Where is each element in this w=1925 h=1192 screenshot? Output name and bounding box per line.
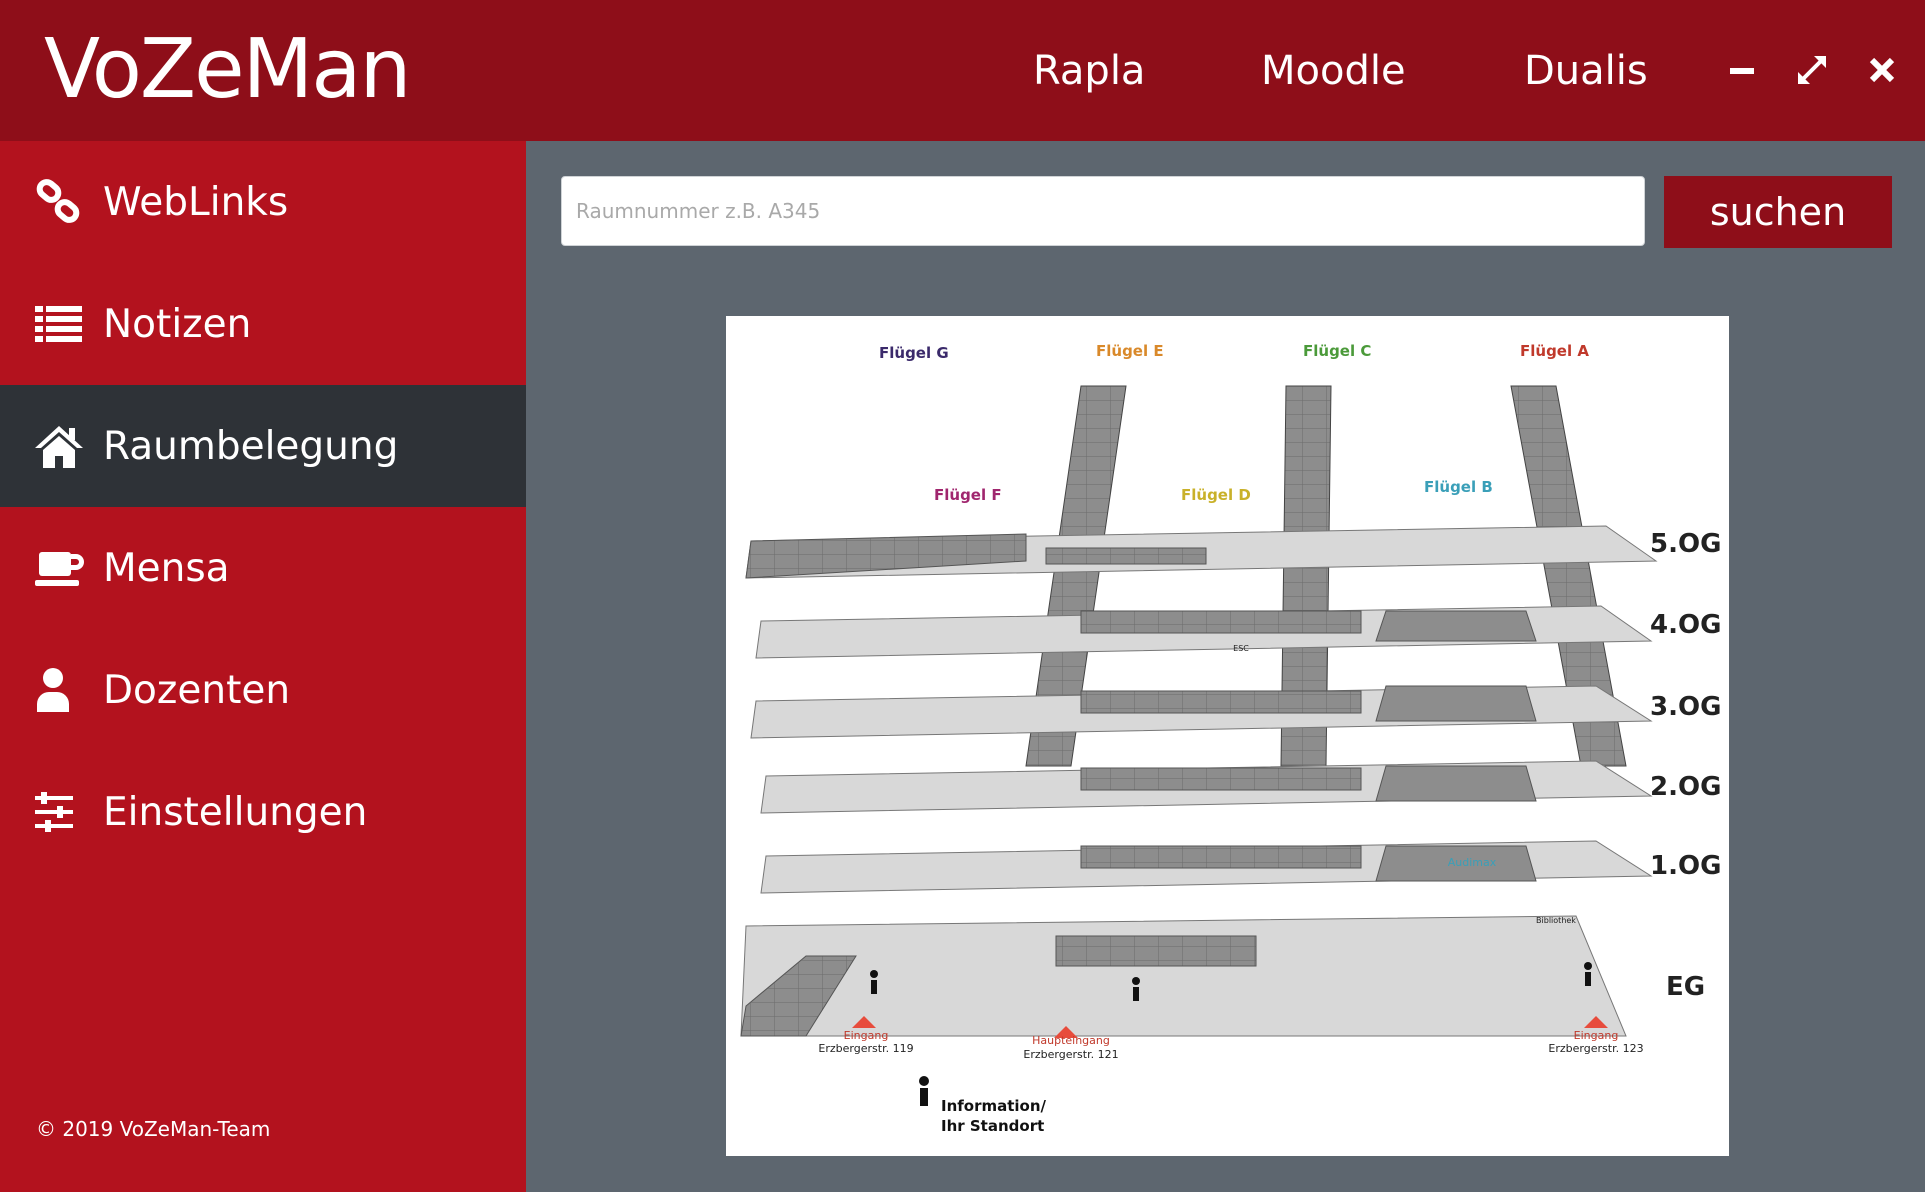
entrance-address: Erzbergerstr. 119 <box>818 1042 914 1055</box>
home-icon <box>35 426 83 468</box>
auditorium-label: Audimax <box>1447 856 1497 869</box>
floor-label-5og: 5.OG <box>1650 529 1722 559</box>
link-icon <box>36 179 80 223</box>
floor-label-4og: 4.OG <box>1650 610 1722 640</box>
nav-link-dualis[interactable]: Dualis <box>1524 48 1648 94</box>
entrance-label: Eingang <box>1573 1029 1619 1042</box>
sidebar-item-label: Einstellungen <box>103 789 368 835</box>
wing-label-c: Flügel C <box>1303 342 1372 360</box>
sidebar-item-label: Mensa <box>103 545 230 591</box>
sidebar: WebLinks Notizen Raumbelegung Mensa Doze… <box>0 141 526 1192</box>
sidebar-item-label: Dozenten <box>103 667 291 713</box>
sidebar-item-raumbelegung[interactable]: Raumbelegung <box>0 385 526 507</box>
floor-label-eg: EG <box>1666 972 1706 1002</box>
sidebar-item-dozenten[interactable]: Dozenten <box>0 629 526 751</box>
sidebar-item-label: Notizen <box>103 301 252 347</box>
app-logo: VoZeMan <box>44 22 411 117</box>
sidebar-item-mensa[interactable]: Mensa <box>0 507 526 629</box>
info-legend: Information/ Ihr Standort <box>941 1096 1046 1136</box>
info-legend-line2: Ihr Standort <box>941 1117 1045 1135</box>
wing-label-f: Flügel F <box>934 486 1002 504</box>
entrance-label: Eingang <box>843 1029 889 1042</box>
wing-label-b: Flügel B <box>1424 478 1493 496</box>
sidebar-item-einstellungen[interactable]: Einstellungen <box>0 751 526 873</box>
esc-label: ESC <box>1233 644 1249 653</box>
building-map: Flügel G Flügel E Flügel C Flügel A Flüg… <box>726 316 1729 1156</box>
library-label: Bibliothek <box>1536 916 1576 925</box>
info-legend-line1: Information/ <box>941 1097 1047 1115</box>
sidebar-item-notizen[interactable]: Notizen <box>0 263 526 385</box>
coffee-cup-icon <box>35 552 84 586</box>
sidebar-item-label: WebLinks <box>103 179 289 225</box>
wing-label-d: Flügel D <box>1181 486 1251 504</box>
nav-link-rapla[interactable]: Rapla <box>1033 48 1145 94</box>
user-icon <box>37 668 69 712</box>
sliders-icon <box>35 792 73 832</box>
nav-link-moodle[interactable]: Moodle <box>1261 48 1406 94</box>
main-entrance-address: Erzbergerstr. 121 <box>1023 1048 1119 1061</box>
copyright-text: © 2019 VoZeMan-Team <box>36 1117 271 1141</box>
list-icon <box>35 306 82 342</box>
floor-label-2og: 2.OG <box>1650 772 1722 802</box>
room-search-input[interactable] <box>561 176 1645 246</box>
wing-label-a: Flügel A <box>1520 342 1589 360</box>
maximize-icon[interactable] <box>1790 48 1834 92</box>
floor-label-3og: 3.OG <box>1650 692 1722 722</box>
sidebar-item-weblinks[interactable]: WebLinks <box>0 141 526 263</box>
minimize-icon[interactable] <box>1720 48 1764 92</box>
search-button[interactable]: suchen <box>1664 176 1892 248</box>
title-bar: VoZeMan Rapla Moodle Dualis <box>0 0 1925 141</box>
entrance-address: Erzbergerstr. 123 <box>1548 1042 1644 1055</box>
main-entrance-label: Haupteingang <box>1032 1034 1110 1047</box>
sidebar-item-label: Raumbelegung <box>103 423 399 469</box>
floor-label-1og: 1.OG <box>1650 851 1722 881</box>
wing-label-e: Flügel E <box>1096 342 1164 360</box>
wing-label-g: Flügel G <box>879 344 949 362</box>
close-icon[interactable] <box>1860 48 1904 92</box>
